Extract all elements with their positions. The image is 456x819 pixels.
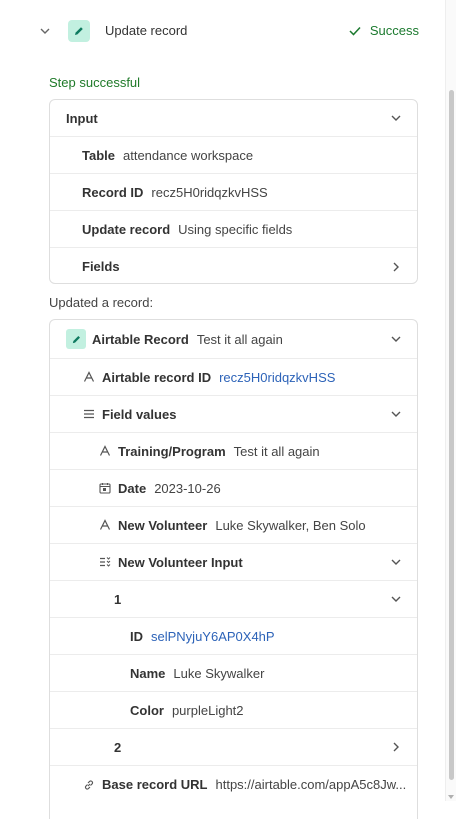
status-text: Success <box>369 23 419 38</box>
field-value: Test it all again <box>196 331 283 347</box>
scrollbar-thumb[interactable] <box>449 90 454 780</box>
step-result-text: Step successful <box>49 75 141 90</box>
field-value: 2023-10-26 <box>154 480 221 496</box>
chevron-right-icon[interactable] <box>389 740 403 754</box>
field-label: Record ID <box>82 184 144 200</box>
record-card: Airtable Record Test it all again Airtab… <box>49 319 418 819</box>
input-title: Input <box>66 110 98 126</box>
field-value: Using specific fields <box>178 221 293 237</box>
field-value: purpleLight2 <box>171 702 244 718</box>
field-label: Training/Program <box>118 443 226 459</box>
field-value: Luke Skywalker <box>173 665 265 681</box>
item-id-row: ID selPNyjuY6AP0X4hP <box>50 618 417 655</box>
input-card: Input Table attendance workspace Record … <box>49 99 418 284</box>
item-id-link[interactable]: selPNyjuY6AP0X4hP <box>151 629 275 644</box>
chevron-down-icon[interactable] <box>389 332 403 346</box>
step-title: Update record <box>105 23 188 38</box>
scroll-down-arrow-icon[interactable] <box>448 795 454 799</box>
chevron-down-icon[interactable] <box>389 592 403 606</box>
field-label: Field values <box>102 406 177 422</box>
field-training-program: Training/Program Test it all again <box>50 433 417 470</box>
field-label: New Volunteer <box>118 517 208 533</box>
field-value: https://airtable.com/appA5c8Jw... <box>215 777 407 792</box>
item-name-row: Name Luke Skywalker <box>50 655 417 692</box>
input-row-update-record: Update record Using specific fields <box>50 211 417 248</box>
input-row-record-id: Record ID recz5H0ridqzkvHSS <box>50 174 417 211</box>
item-color-row: Color purpleLight2 <box>50 692 417 729</box>
list-item-2[interactable]: 2 <box>50 729 417 766</box>
item-index: 1 <box>114 591 122 607</box>
field-value: Test it all again <box>233 443 320 459</box>
input-row-table: Table attendance workspace <box>50 137 417 174</box>
item-index: 2 <box>114 739 122 755</box>
field-value: attendance workspace <box>123 147 254 163</box>
field-new-volunteer-input[interactable]: New Volunteer Input <box>50 544 417 581</box>
chevron-down-icon[interactable] <box>389 407 403 421</box>
text-field-icon <box>82 370 96 384</box>
chevron-down-icon[interactable] <box>389 555 403 569</box>
input-row-fields[interactable]: Fields <box>50 248 417 283</box>
chevron-down-icon[interactable] <box>38 24 52 38</box>
pencil-icon <box>66 329 86 349</box>
output-caption: Updated a record: <box>49 295 154 310</box>
text-field-icon <box>98 444 112 458</box>
field-values-row[interactable]: Field values <box>50 396 417 433</box>
record-id-link[interactable]: recz5H0ridqzkvHSS <box>219 370 335 385</box>
record-header[interactable]: Airtable Record Test it all again <box>50 320 417 359</box>
check-icon <box>348 24 362 38</box>
multi-select-icon <box>98 555 112 569</box>
status-badge: Success <box>348 23 419 38</box>
field-value: Luke Skywalker, Ben Solo <box>215 517 366 533</box>
field-label: Airtable record ID <box>102 369 212 385</box>
field-label: Date <box>118 480 147 496</box>
base-record-url-row: Base record URL https://airtable.com/app… <box>50 766 417 803</box>
calendar-icon <box>98 481 112 495</box>
pencil-icon <box>68 20 90 42</box>
field-label: Update record <box>82 221 171 237</box>
link-icon <box>82 778 96 792</box>
field-label: Table <box>82 147 115 163</box>
field-date: Date 2023-10-26 <box>50 470 417 507</box>
field-label: Fields <box>82 259 120 274</box>
chevron-down-icon[interactable] <box>389 111 403 125</box>
text-field-icon <box>98 518 112 532</box>
field-label: New Volunteer Input <box>118 554 243 570</box>
field-label: ID <box>130 628 143 644</box>
scrollbar[interactable] <box>445 0 456 801</box>
field-label: Base record URL <box>102 777 208 792</box>
field-new-volunteer: New Volunteer Luke Skywalker, Ben Solo <box>50 507 417 544</box>
field-label: Name <box>130 665 166 681</box>
field-label: Color <box>130 702 164 718</box>
field-value: recz5H0ridqzkvHSS <box>151 184 268 200</box>
field-label: Airtable Record <box>92 331 189 347</box>
step-header[interactable]: Update record Success <box>0 12 440 50</box>
chevron-right-icon[interactable] <box>389 260 403 274</box>
record-id-row: Airtable record ID recz5H0ridqzkvHSS <box>50 359 417 396</box>
input-header[interactable]: Input <box>50 100 417 137</box>
list-icon <box>82 407 96 421</box>
list-item-1[interactable]: 1 <box>50 581 417 618</box>
